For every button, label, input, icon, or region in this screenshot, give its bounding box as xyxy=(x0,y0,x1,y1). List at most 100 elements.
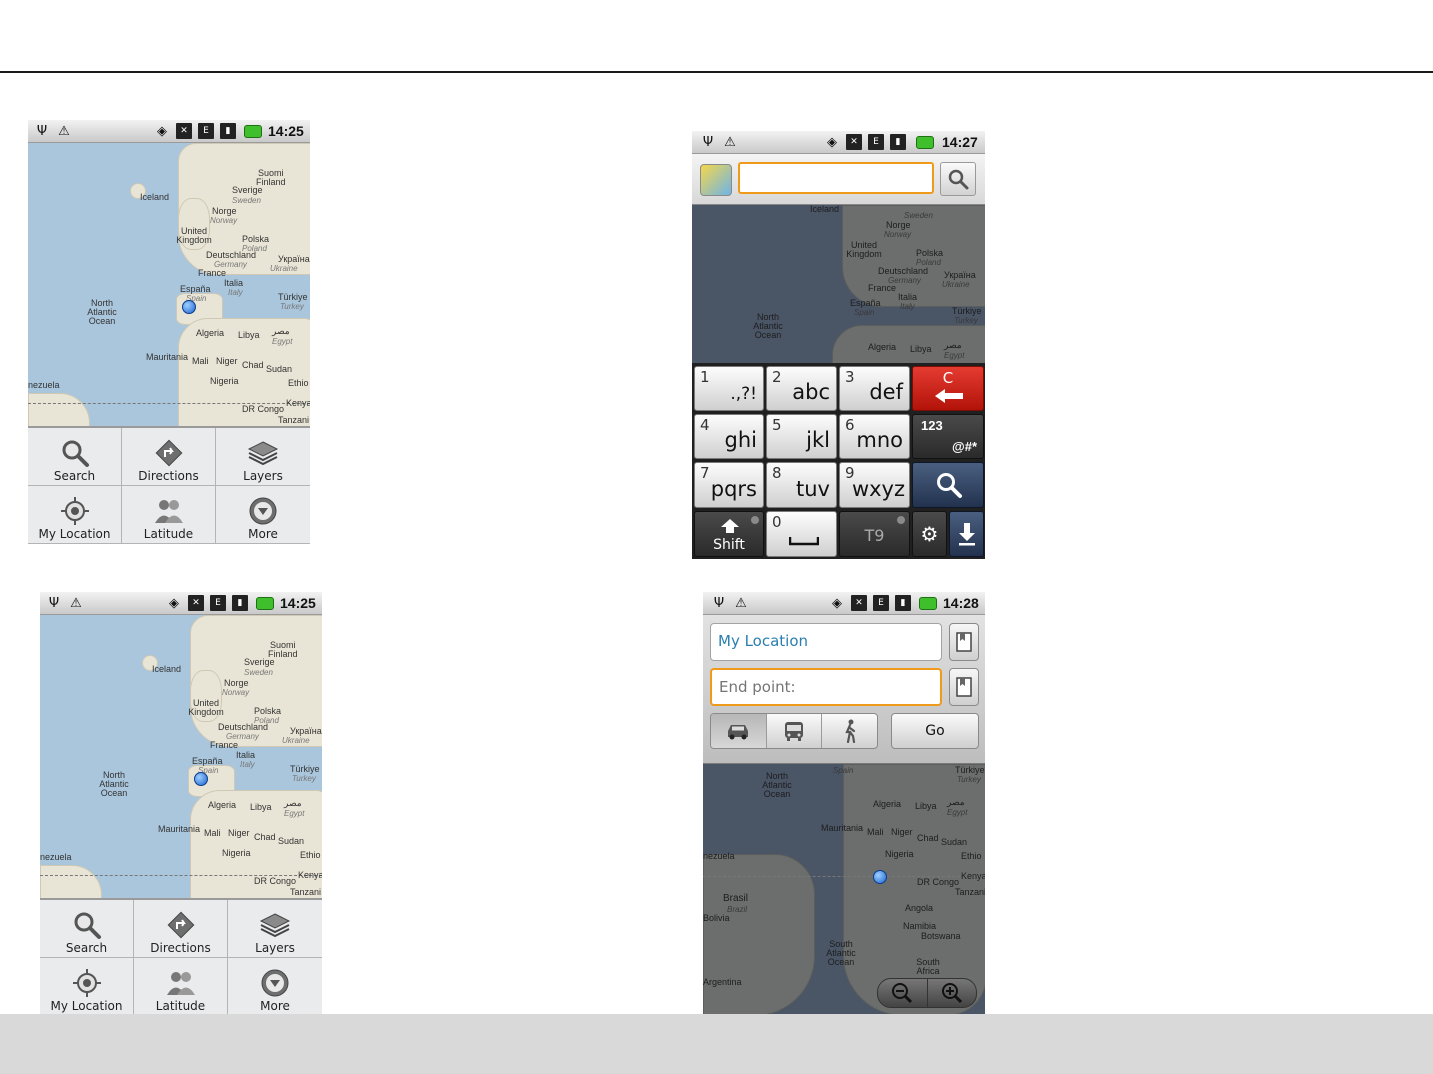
menu-my-location-button[interactable]: My Location xyxy=(40,958,134,1016)
menu-more-button[interactable]: More xyxy=(228,958,322,1016)
key-0-space[interactable]: 0 xyxy=(766,511,837,557)
map-label: Sverige xyxy=(244,657,275,667)
menu-search-button[interactable]: Search xyxy=(40,900,134,958)
clear-delete-key[interactable]: C xyxy=(912,366,984,411)
map-label: Turkey xyxy=(957,775,981,784)
shift-key[interactable]: Shift xyxy=(694,511,764,557)
map-label: Ethio xyxy=(961,851,982,861)
battery-icon xyxy=(244,125,262,138)
more-chevron-icon xyxy=(246,495,280,527)
menu-layers-label: Layers xyxy=(255,941,295,955)
map-label: Algeria xyxy=(873,799,902,809)
map-label: Italia xyxy=(898,292,918,302)
map-label: Mali xyxy=(204,828,221,838)
key-8[interactable]: 8 tuv xyxy=(766,462,837,508)
map-label: Iceland xyxy=(152,664,182,674)
map-label: Mali xyxy=(192,356,209,366)
hide-keyboard-key[interactable] xyxy=(949,511,984,557)
directions-panel: My Location Go xyxy=(703,615,985,765)
key-2[interactable]: 2 abc xyxy=(766,366,837,411)
search-bar xyxy=(692,154,985,205)
status-bar: Ψ ⚠ ◈ ✕ E ▮ 14:25 xyxy=(28,120,310,143)
menu-search-button[interactable]: Search xyxy=(28,428,122,486)
warning-icon: ⚠ xyxy=(724,134,736,150)
menu-latitude-button[interactable]: Latitude xyxy=(134,958,228,1016)
map-label: Norway xyxy=(222,688,250,697)
warning-icon: ⚠ xyxy=(58,123,70,139)
t9-toggle-key[interactable]: T9 xyxy=(839,511,910,557)
directions-icon xyxy=(164,909,198,941)
key-7[interactable]: 7 pqrs xyxy=(694,462,764,508)
map-label: Norge xyxy=(886,220,911,230)
map-view[interactable]: Spain Türkiye Turkey North Atlantic Ocea… xyxy=(703,764,985,1014)
screen-4-directions: Ψ ⚠ ◈ ✕ E ▮ 14:28 My Location Go xyxy=(703,592,985,1014)
map-label: North Atlantic Ocean xyxy=(753,312,783,340)
layers-icon xyxy=(246,437,280,469)
map-label: United Kingdom xyxy=(188,698,224,717)
end-point-field[interactable] xyxy=(710,668,942,706)
map-view[interactable]: Suomi Finland Iceland Sverige Sweden Nor… xyxy=(28,143,310,428)
map-label: DR Congo xyxy=(254,876,297,886)
mode-transit-button[interactable] xyxy=(767,714,823,748)
map-label: nezuela xyxy=(703,851,735,861)
menu-my-location-button[interactable]: My Location xyxy=(28,486,122,544)
menu-layers-button[interactable]: Layers xyxy=(228,900,322,958)
map-view[interactable]: Iceland Sweden Norge Norway United Kingd… xyxy=(692,205,985,363)
key-9[interactable]: 9 wxyz xyxy=(839,462,910,508)
network-e-icon: E xyxy=(210,595,226,611)
symbols-key[interactable]: 123 @#* xyxy=(912,414,984,459)
map-label: Norge xyxy=(212,206,237,216)
map-label: Nigeria xyxy=(222,848,251,858)
car-icon xyxy=(728,725,749,740)
mute-icon: ✕ xyxy=(851,595,867,611)
map-label: Norway xyxy=(884,230,912,239)
mode-driving-button[interactable] xyxy=(711,714,767,748)
keyboard-search-key[interactable] xyxy=(912,462,984,508)
layers-icon xyxy=(258,909,292,941)
gps-icon: ◈ xyxy=(169,595,179,611)
map-label: Mauritania xyxy=(158,824,201,834)
zoom-in-button[interactable] xyxy=(928,979,977,1007)
map-label: Chad xyxy=(917,833,939,843)
status-time: 14:25 xyxy=(280,595,316,611)
search-submit-button[interactable] xyxy=(940,162,976,196)
map-label: Deutschland xyxy=(218,722,269,732)
start-point-bookmark-button[interactable] xyxy=(949,623,979,661)
go-button[interactable]: Go xyxy=(891,713,979,749)
map-label: Deutschland xyxy=(206,250,257,260)
zoom-controls xyxy=(877,978,977,1008)
map-label: DR Congo xyxy=(917,877,960,887)
map-label: Libya xyxy=(910,344,932,354)
search-input[interactable] xyxy=(738,162,934,194)
zoom-out-button[interactable] xyxy=(878,979,928,1007)
map-label: Norge xyxy=(224,678,249,688)
map-label: Nigeria xyxy=(210,376,239,386)
signal-2g-icon: ▮ xyxy=(232,595,248,611)
menu-more-button[interactable]: More xyxy=(216,486,310,544)
keyboard-settings-key[interactable]: ⚙ xyxy=(912,511,947,557)
start-point-field[interactable]: My Location xyxy=(710,623,942,661)
network-e-icon: E xyxy=(198,123,214,139)
menu-directions-button[interactable]: Directions xyxy=(134,900,228,958)
map-label: Ukraine xyxy=(270,264,298,273)
warning-icon: ⚠ xyxy=(735,595,747,611)
symbols-key-top: 123 xyxy=(921,418,943,433)
map-view[interactable]: Suomi Finland Iceland Sverige Sweden Nor… xyxy=(40,615,322,900)
mode-walking-button[interactable] xyxy=(822,714,877,748)
map-label: Ethio xyxy=(288,378,309,388)
map-label: Botswana xyxy=(921,931,961,941)
menu-latitude-button[interactable]: Latitude xyxy=(122,486,216,544)
key-6[interactable]: 6 mno xyxy=(839,414,910,459)
end-point-bookmark-button[interactable] xyxy=(949,668,979,706)
menu-directions-button[interactable]: Directions xyxy=(122,428,216,486)
key-4[interactable]: 4 ghi xyxy=(694,414,764,459)
map-label: مصر xyxy=(944,340,962,350)
zoom-out-icon xyxy=(892,983,913,1004)
key-1[interactable]: 1.,?! xyxy=(694,366,764,411)
key-3[interactable]: 3 def xyxy=(839,366,910,411)
key-5[interactable]: 5 jkl xyxy=(766,414,837,459)
my-location-icon xyxy=(58,495,92,527)
map-label: Türkiye xyxy=(955,765,985,775)
usb-icon: Ψ xyxy=(702,134,714,150)
menu-layers-button[interactable]: Layers xyxy=(216,428,310,486)
